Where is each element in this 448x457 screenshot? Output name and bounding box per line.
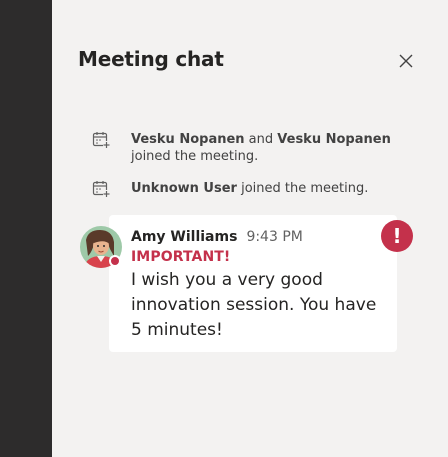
event-action: joined the meeting. — [131, 149, 259, 164]
message-sender[interactable]: Amy Williams — [131, 229, 237, 245]
system-event-text: Vesku Nopanen and Vesku Nopanen joined t… — [131, 131, 391, 165]
system-event-text: Unknown User joined the meeting. — [131, 180, 391, 197]
avatar[interactable] — [80, 226, 122, 268]
system-event-join: Unknown User joined the meeting. — [92, 180, 391, 198]
panel-title: Meeting chat — [78, 47, 224, 71]
meeting-chat-panel: Meeting chat Vesku Nopanen and Vesku Nop… — [52, 0, 448, 457]
calendar-add-icon — [92, 132, 110, 148]
importance-label: IMPORTANT! — [131, 249, 231, 265]
message-timestamp: 9:43 PM — [246, 229, 303, 245]
message-header: Amy Williams 9:43 PM — [131, 229, 303, 246]
event-action: joined the meeting. — [236, 181, 369, 196]
close-button[interactable] — [395, 50, 417, 72]
event-actor[interactable]: Vesku Nopanen — [131, 132, 245, 147]
chat-message[interactable]: Amy Williams 9:43 PM IMPORTANT! I wish yo… — [109, 215, 397, 352]
system-event-join: Vesku Nopanen and Vesku Nopanen joined t… — [92, 131, 391, 165]
event-actor[interactable]: Vesku Nopanen — [277, 132, 391, 147]
event-connector: and — [244, 132, 278, 147]
app-left-rail — [0, 0, 52, 457]
importance-glyph: ! — [392, 224, 402, 248]
close-icon — [399, 54, 413, 68]
event-actor[interactable]: Unknown User — [131, 181, 237, 196]
presence-busy-icon — [109, 255, 121, 267]
calendar-add-icon — [92, 181, 110, 197]
importance-exclamation-icon: ! — [381, 220, 413, 252]
message-body: I wish you a very good innovation sessio… — [131, 270, 377, 340]
